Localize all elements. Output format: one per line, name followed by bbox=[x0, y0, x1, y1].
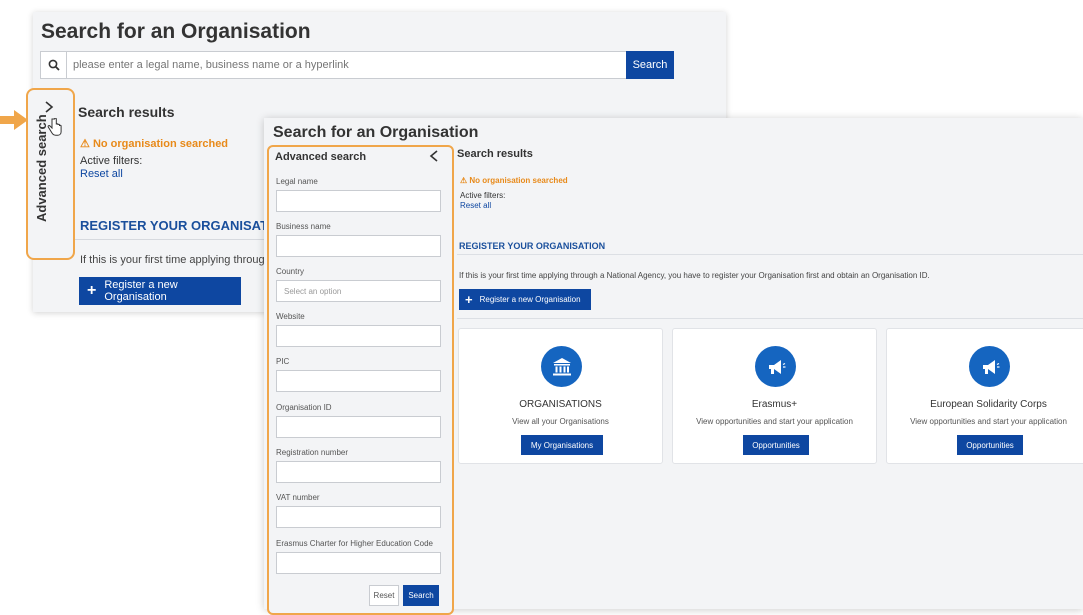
page-title: Search for an Organisation bbox=[41, 20, 311, 43]
register-organisation-button[interactable]: + Register a new Organisation bbox=[459, 289, 591, 310]
card-subtitle: View all your Organisations bbox=[512, 417, 609, 426]
active-filters-label: Active filters: bbox=[460, 191, 506, 200]
erasmus-charter-input[interactable] bbox=[276, 552, 441, 574]
search-input[interactable] bbox=[71, 56, 621, 74]
card-subtitle: View opportunities and start your applic… bbox=[910, 417, 1067, 426]
erasmus-card: Erasmus+ View opportunities and start yo… bbox=[672, 328, 877, 464]
advanced-search-actions: Reset Search bbox=[369, 585, 439, 606]
opportunities-button[interactable]: Opportunities bbox=[743, 435, 809, 455]
search-bar: Search bbox=[40, 51, 674, 79]
search-results-heading: Search results bbox=[78, 104, 175, 120]
reset-all-link[interactable]: Reset all bbox=[460, 201, 491, 210]
business-name-field: Business name bbox=[276, 222, 441, 257]
advanced-search-heading: Advanced search bbox=[275, 151, 367, 163]
pic-field: PIC bbox=[276, 357, 441, 392]
chevron-left-icon[interactable] bbox=[429, 149, 439, 167]
warning-icon: ⚠ bbox=[80, 138, 90, 150]
search-icon bbox=[41, 52, 67, 78]
search-button[interactable]: Search bbox=[626, 51, 674, 79]
vat-number-input[interactable] bbox=[276, 506, 441, 528]
country-select[interactable]: Select an option bbox=[276, 280, 441, 302]
card-title: ORGANISATIONS bbox=[519, 399, 602, 410]
no-results-warning: ⚠ No organisation searched bbox=[460, 176, 568, 185]
register-organisation-button[interactable]: + Register a new Organisation bbox=[79, 277, 241, 305]
country-field: Country Select an option bbox=[276, 267, 441, 302]
card-subtitle: View opportunities and start your applic… bbox=[696, 417, 853, 426]
arrow-icon bbox=[0, 110, 28, 130]
card-title: Erasmus+ bbox=[751, 399, 798, 410]
plus-icon: + bbox=[465, 292, 473, 307]
my-organisations-button[interactable]: My Organisations bbox=[521, 435, 603, 455]
organisation-id-field: Organisation ID bbox=[276, 403, 441, 438]
reset-all-link[interactable]: Reset all bbox=[80, 168, 123, 180]
website-field: Website bbox=[276, 312, 441, 347]
megaphone-icon bbox=[969, 346, 1010, 387]
registration-number-field: Registration number bbox=[276, 448, 441, 483]
pointer-hand-icon bbox=[47, 118, 62, 136]
megaphone-icon bbox=[755, 346, 796, 387]
register-intro-text: If this is your first time applying thro… bbox=[459, 271, 930, 280]
search-button[interactable]: Search bbox=[403, 585, 439, 606]
plus-icon: + bbox=[87, 282, 97, 299]
european-solidarity-corps-card: European Solidarity Corps View opportuni… bbox=[886, 328, 1083, 464]
vat-number-field: VAT number bbox=[276, 493, 441, 528]
register-heading: REGISTER YOUR ORGANISATION bbox=[80, 218, 292, 233]
register-heading: REGISTER YOUR ORGANISATION bbox=[459, 241, 606, 251]
organisations-card: ORGANISATIONS View all your Organisation… bbox=[458, 328, 663, 464]
page-title: Search for an Organisation bbox=[273, 124, 479, 141]
opportunities-button[interactable]: Opportunities bbox=[957, 435, 1023, 455]
business-name-input[interactable] bbox=[276, 235, 441, 257]
expanded-search-view: Search for an Organisation Advanced sear… bbox=[264, 118, 1083, 615]
advanced-search-tab[interactable]: Advanced search bbox=[26, 88, 75, 260]
erasmus-charter-field: Erasmus Charter for Higher Education Cod… bbox=[276, 539, 441, 574]
card-title: European Solidarity Corps bbox=[930, 399, 1047, 410]
legal-name-input[interactable] bbox=[276, 190, 441, 212]
registration-number-input[interactable] bbox=[276, 461, 441, 483]
reset-button[interactable]: Reset bbox=[369, 585, 399, 606]
no-results-warning: ⚠ No organisation searched bbox=[80, 138, 229, 150]
advanced-search-tab-label: Advanced search bbox=[34, 114, 49, 222]
warning-icon: ⚠ bbox=[460, 176, 468, 185]
advanced-search-panel: Advanced search Legal name Business name… bbox=[267, 145, 454, 615]
divider bbox=[457, 254, 1083, 255]
organisation-id-input[interactable] bbox=[276, 416, 441, 438]
institution-icon bbox=[541, 346, 582, 387]
pic-input[interactable] bbox=[276, 370, 441, 392]
active-filters-label: Active filters: bbox=[80, 155, 143, 167]
legal-name-field: Legal name bbox=[276, 177, 441, 212]
website-input[interactable] bbox=[276, 325, 441, 347]
divider bbox=[457, 318, 1083, 319]
register-intro-text: If this is your first time applying thro… bbox=[80, 254, 271, 266]
search-results-heading: Search results bbox=[457, 148, 533, 160]
